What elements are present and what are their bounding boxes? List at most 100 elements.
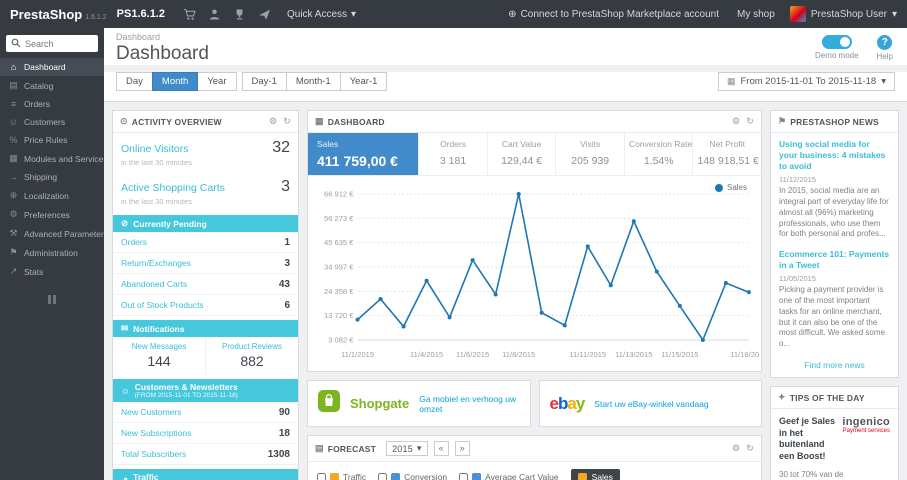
search-input[interactable] xyxy=(25,38,93,49)
sidebar-item-price-rules[interactable]: % Price Rules xyxy=(0,131,104,149)
conversion-checkbox[interactable] xyxy=(378,472,388,480)
sidebar-item-label: Price Rules xyxy=(24,135,68,145)
refresh-icon[interactable]: ↻ xyxy=(746,443,754,454)
traffic-checkbox[interactable] xyxy=(317,472,326,480)
forecast-year-select[interactable]: 2015 ▾ xyxy=(386,441,428,456)
my-shop-link[interactable]: My shop xyxy=(728,9,784,20)
trophy-icon[interactable] xyxy=(227,8,252,21)
range-month-button[interactable]: Month xyxy=(151,72,199,91)
gear-icon[interactable]: ⚙ xyxy=(269,116,277,127)
cart-icon[interactable] xyxy=(177,8,202,21)
sidebar-item-orders[interactable]: ≡ Orders xyxy=(0,95,104,113)
sidebar-item-localization[interactable]: ⊕ Localization xyxy=(0,186,104,205)
find-more-news-link[interactable]: Find more news xyxy=(771,353,898,377)
gear-icon[interactable]: ⚙ xyxy=(732,443,740,454)
notifications-header: ✉ Notifications xyxy=(113,320,298,337)
range-year-button[interactable]: Year xyxy=(197,72,237,91)
marketplace-label: Connect to PrestaShop Marketplace accoun… xyxy=(520,8,720,20)
forecast-legend-average-cart-value[interactable]: Average Cart Value xyxy=(459,472,559,480)
activity-panel-actions: ⚙ ↻ xyxy=(269,116,291,127)
news-item-title[interactable]: Using social media for your business: 4 … xyxy=(779,139,890,172)
chart-legend[interactable]: Sales xyxy=(714,183,747,192)
date-range-picker[interactable]: ▦ From 2015-11-01 To 2015-11-18 ▾ xyxy=(717,72,895,91)
sidebar-item-dashboard[interactable]: ⌂ Dashboard xyxy=(0,58,104,76)
shopgate-logo-text: Shopgate xyxy=(350,396,410,411)
metric-net-profit[interactable]: Net Profit 148 918,51 € xyxy=(693,133,761,175)
metric-visits[interactable]: Visits 205 939 xyxy=(556,133,625,175)
range-day-1-button[interactable]: Day-1 xyxy=(241,72,287,91)
new-messages-cell[interactable]: New Messages 144 xyxy=(113,337,205,375)
help-button[interactable]: ? xyxy=(877,35,893,50)
range-year-1-button[interactable]: Year-1 xyxy=(339,72,388,91)
sidebar-item-modules[interactable]: ▦ Modules and Services xyxy=(0,149,104,168)
sidebar-item-label: Shipping xyxy=(24,172,58,182)
range-day-button[interactable]: Day xyxy=(116,72,153,91)
sidebar-item-catalog[interactable]: ▤ Catalog xyxy=(0,76,104,95)
shopgate-module-ad[interactable]: Shopgate Ga mobiel en verhoog uw omzet xyxy=(307,380,531,427)
shop-name[interactable]: PS1.6.1.2 xyxy=(113,8,177,20)
metric-conversion-rate[interactable]: Conversion Rate 1.54% xyxy=(625,133,694,175)
gear-icon[interactable]: ⚙ xyxy=(732,116,740,127)
next-year-button[interactable]: » xyxy=(454,441,470,456)
forecast-legend-conversion[interactable]: Conversion xyxy=(378,472,447,480)
pending-returns-row[interactable]: Return/Exchanges 3 xyxy=(113,253,298,274)
quick-access-menu[interactable]: Quick Access ▾ xyxy=(277,9,366,20)
prestashop-logo[interactable]: PrestaShop 1.6.1.2 xyxy=(0,7,113,22)
ebay-link[interactable]: Start uw eBay-winkel vandaag xyxy=(594,399,708,409)
shopgate-link[interactable]: Ga mobiel en verhoog uw omzet xyxy=(419,394,519,414)
flag-icon: ⚑ xyxy=(778,116,787,126)
product-reviews-cell[interactable]: Product Reviews 882 xyxy=(205,337,298,375)
row-label: Total Subscribers xyxy=(121,449,187,459)
news-item[interactable]: Ecommerce 101: Payments in a Tweet 11/05… xyxy=(771,243,898,353)
forecast-legend-sales-selected[interactable]: Sales xyxy=(570,469,620,480)
user-menu[interactable]: PrestaShop User ▾ xyxy=(784,6,907,22)
new-subscriptions-row[interactable]: New Subscriptions 18 xyxy=(113,423,298,444)
demo-mode-toggle[interactable] xyxy=(821,35,852,49)
my-shop-label: My shop xyxy=(737,8,775,20)
globe-icon: ⊕ xyxy=(9,190,18,200)
pending-orders-row[interactable]: Orders 1 xyxy=(113,232,298,253)
metric-cart-value[interactable]: Cart Value 129,44 € xyxy=(488,133,557,175)
customer-icon[interactable] xyxy=(202,8,227,21)
marketplace-link[interactable]: ⊕ Connect to PrestaShop Marketplace acco… xyxy=(499,9,728,20)
customers-subtitle: (FROM 2015-11-01 TO 2015-11-18) xyxy=(134,392,238,399)
abandoned-carts-row[interactable]: Abandoned Carts 43 xyxy=(113,274,298,295)
range-month-1-button[interactable]: Month-1 xyxy=(285,72,341,91)
svg-text:11/11/2015: 11/11/2015 xyxy=(569,350,606,359)
online-visitors-link[interactable]: Online Visitors xyxy=(121,143,189,155)
sidebar-item-customers[interactable]: ☺ Customers xyxy=(0,113,104,131)
plane-icon[interactable] xyxy=(252,8,277,21)
refresh-icon[interactable]: ↻ xyxy=(746,116,754,127)
sidebar-item-advanced-parameters[interactable]: ⚒ Advanced Parameters xyxy=(0,224,104,243)
active-carts-row: Active Shopping Carts 3 xyxy=(113,172,298,197)
chevron-down-icon: ▾ xyxy=(891,8,897,20)
module-ads-row: Shopgate Ga mobiel en verhoog uw omzet e… xyxy=(307,380,762,427)
ebay-module-ad[interactable]: ebay Start uw eBay-winkel vandaag xyxy=(538,380,762,427)
chart-legend-label: Sales xyxy=(726,183,747,192)
sidebar-search[interactable] xyxy=(6,35,98,52)
metric-value: 3 181 xyxy=(439,155,467,167)
new-customers-row[interactable]: New Customers 90 xyxy=(113,402,298,423)
row-value: 1308 xyxy=(267,448,290,460)
tips-headline: Geef je Sales in het buitenland een Boos… xyxy=(779,416,836,462)
sidebar-item-shipping[interactable]: → Shipping xyxy=(0,168,104,186)
average-cart-value-checkbox[interactable] xyxy=(459,472,469,480)
sidebar-collapse-button[interactable] xyxy=(0,295,104,304)
news-item-title[interactable]: Ecommerce 101: Payments in a Tweet xyxy=(779,249,890,271)
out-of-stock-row[interactable]: Out of Stock Products 6 xyxy=(113,295,298,316)
svg-text:11/15/2015: 11/15/2015 xyxy=(661,350,698,359)
sidebar-item-preferences[interactable]: ⚙ Preferences xyxy=(0,205,104,224)
sidebar-item-stats[interactable]: ↗ Stats xyxy=(0,262,104,281)
previous-year-button[interactable]: « xyxy=(433,441,449,456)
total-subscribers-row[interactable]: Total Subscribers 1308 xyxy=(113,444,298,465)
breadcrumb[interactable]: Dashboard xyxy=(116,32,895,42)
metric-orders[interactable]: Orders 3 181 xyxy=(419,133,488,175)
sales-line-chart[interactable]: 66 912 € 56 273 € 45 635 € 34 997 € 24 358 €… xyxy=(310,180,768,366)
metric-sales[interactable]: Sales 411 759,00 € xyxy=(308,133,420,175)
forecast-legend-traffic[interactable]: Traffic xyxy=(317,472,366,480)
refresh-icon[interactable]: ↻ xyxy=(283,116,291,127)
active-carts-link[interactable]: Active Shopping Carts xyxy=(121,182,225,194)
sidebar-item-administration[interactable]: ⚑ Administration xyxy=(0,243,104,262)
ingenico-logo[interactable]: ingenico Payment services xyxy=(842,416,890,434)
news-item[interactable]: Using social media for your business: 4 … xyxy=(771,133,898,243)
